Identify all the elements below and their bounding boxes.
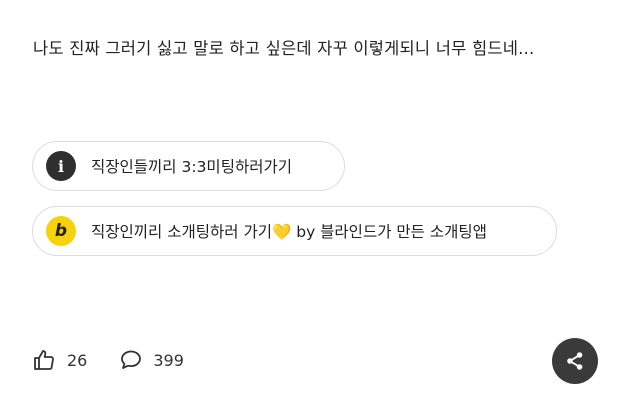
share-button[interactable] (552, 338, 598, 384)
meeting-link-chip[interactable]: i 직장인들끼리 3:3미팅하러가기 (32, 141, 345, 191)
comment-button[interactable]: 399 (119, 348, 184, 372)
yellow-heart-icon: 💛 (271, 223, 292, 241)
comment-icon (121, 350, 142, 369)
post-actions: 26 399 (32, 348, 184, 372)
post-body: 나도 진짜 그러기 싫고 말로 하고 싶은데 자꾸 이렇게되니 너무 힘드네..… (33, 39, 535, 58)
blind-date-label-suffix: by 블라인드가 만든 소개팅앱 (291, 223, 487, 241)
thumbs-up-icon (34, 350, 54, 370)
blind-date-link-chip[interactable]: b 직장인끼리 소개팅하러 가기💛 by 블라인드가 만든 소개팅앱 (32, 206, 557, 256)
blind-date-label-main: 직장인끼리 소개팅하러 가기 (91, 223, 272, 241)
like-count: 26 (67, 350, 88, 370)
share-icon (567, 352, 583, 370)
meeting-link-label: 직장인들끼리 3:3미팅하러가기 (91, 158, 292, 176)
comment-count: 399 (153, 350, 184, 370)
blind-logo-icon: b (46, 216, 76, 246)
blind-date-link-label: 직장인끼리 소개팅하러 가기💛 by 블라인드가 만든 소개팅앱 (91, 220, 487, 242)
info-icon: i (46, 151, 76, 181)
like-button[interactable]: 26 (32, 348, 119, 372)
